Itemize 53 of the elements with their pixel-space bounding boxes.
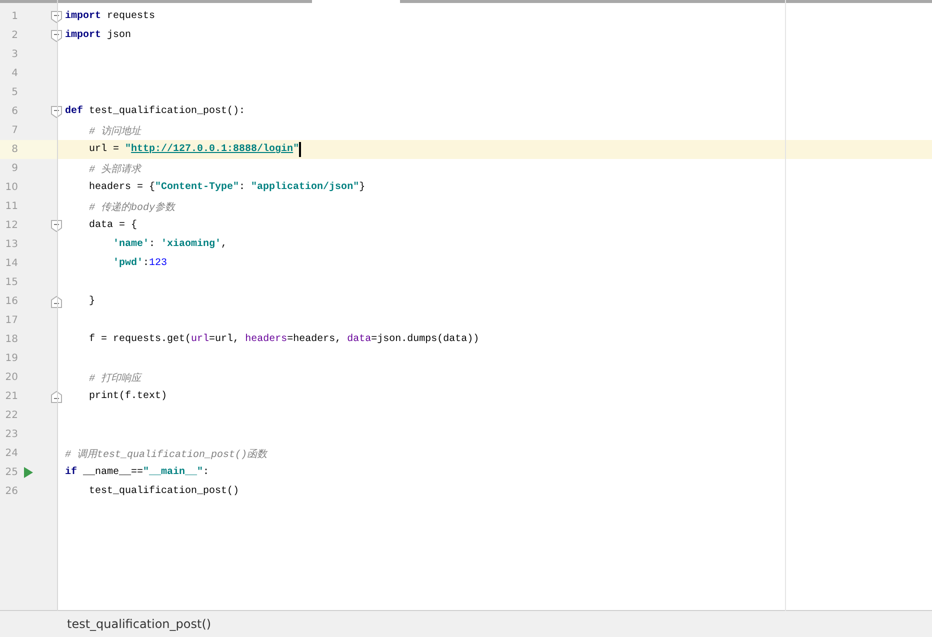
line-number: 7 xyxy=(10,125,18,136)
code-line: def test_qualification_post(): xyxy=(65,106,246,117)
line-number: 12 xyxy=(4,220,18,231)
line-number: 6 xyxy=(10,106,18,117)
line-number: 26 xyxy=(4,486,18,497)
fold-icon[interactable] xyxy=(51,30,62,42)
code-line: f = requests.get(url=url, headers=headers, data=json.dumps(data)) xyxy=(88,334,480,345)
line-number: 13 xyxy=(4,239,18,250)
line-number: 2 xyxy=(10,30,18,41)
fold-icon[interactable] xyxy=(51,220,62,232)
code-line: import json xyxy=(65,30,132,41)
fold-icon[interactable] xyxy=(51,106,62,118)
line-number: 10 xyxy=(4,182,18,193)
line-number: 20 xyxy=(4,372,18,383)
line-number: 17 xyxy=(4,315,18,326)
code-line: } xyxy=(88,296,96,307)
line-number: 11 xyxy=(4,201,18,212)
code-line: data = { xyxy=(88,220,138,231)
line-number: 1 xyxy=(10,11,18,22)
fold-icon[interactable] xyxy=(51,296,62,308)
line-number: 25 xyxy=(4,467,18,478)
line-number: 14 xyxy=(4,258,18,269)
code-line: # 访问地址 xyxy=(88,124,142,138)
line-number: 8 xyxy=(10,144,18,155)
code-line: import requests xyxy=(65,11,156,22)
code-line: url = "http://127.0.0.1:8888/login" xyxy=(88,144,300,155)
line-number: 23 xyxy=(4,429,18,440)
code-line: if __name__=="__main__": xyxy=(65,467,210,478)
code-line: print(f.text) xyxy=(88,391,168,402)
line-number: 24 xyxy=(4,448,18,459)
line-number: 19 xyxy=(4,353,18,364)
line-number: 21 xyxy=(4,391,18,402)
code-line: # 打印响应 xyxy=(88,372,142,384)
fold-icon[interactable] xyxy=(51,10,62,22)
code-line: 'name': 'xiaoming', xyxy=(112,239,228,250)
line-number: 22 xyxy=(4,410,18,421)
line-number: 18 xyxy=(4,334,18,345)
code-line: headers = {"Content-Type": "application/json"} xyxy=(88,182,366,193)
line-number: 16 xyxy=(4,296,18,307)
line-number: 4 xyxy=(10,68,18,79)
run-icon[interactable] xyxy=(24,467,33,478)
code-line: # 传递的body参数 xyxy=(88,200,176,214)
code-line: test_qualification_post() xyxy=(88,486,240,497)
breadcrumb[interactable]: test_qualification_post() xyxy=(67,617,212,631)
line-number: 15 xyxy=(4,277,18,288)
code-line: 'pwd':123 xyxy=(112,258,168,269)
code-line: # 调用test_qualification_post()函数 xyxy=(65,448,268,460)
line-number: 9 xyxy=(10,163,18,174)
line-number: 3 xyxy=(10,49,18,60)
line-number: 5 xyxy=(10,87,18,98)
fold-icon[interactable] xyxy=(51,390,62,402)
text-cursor xyxy=(299,142,302,157)
code-line: # 头部请求 xyxy=(88,162,142,176)
